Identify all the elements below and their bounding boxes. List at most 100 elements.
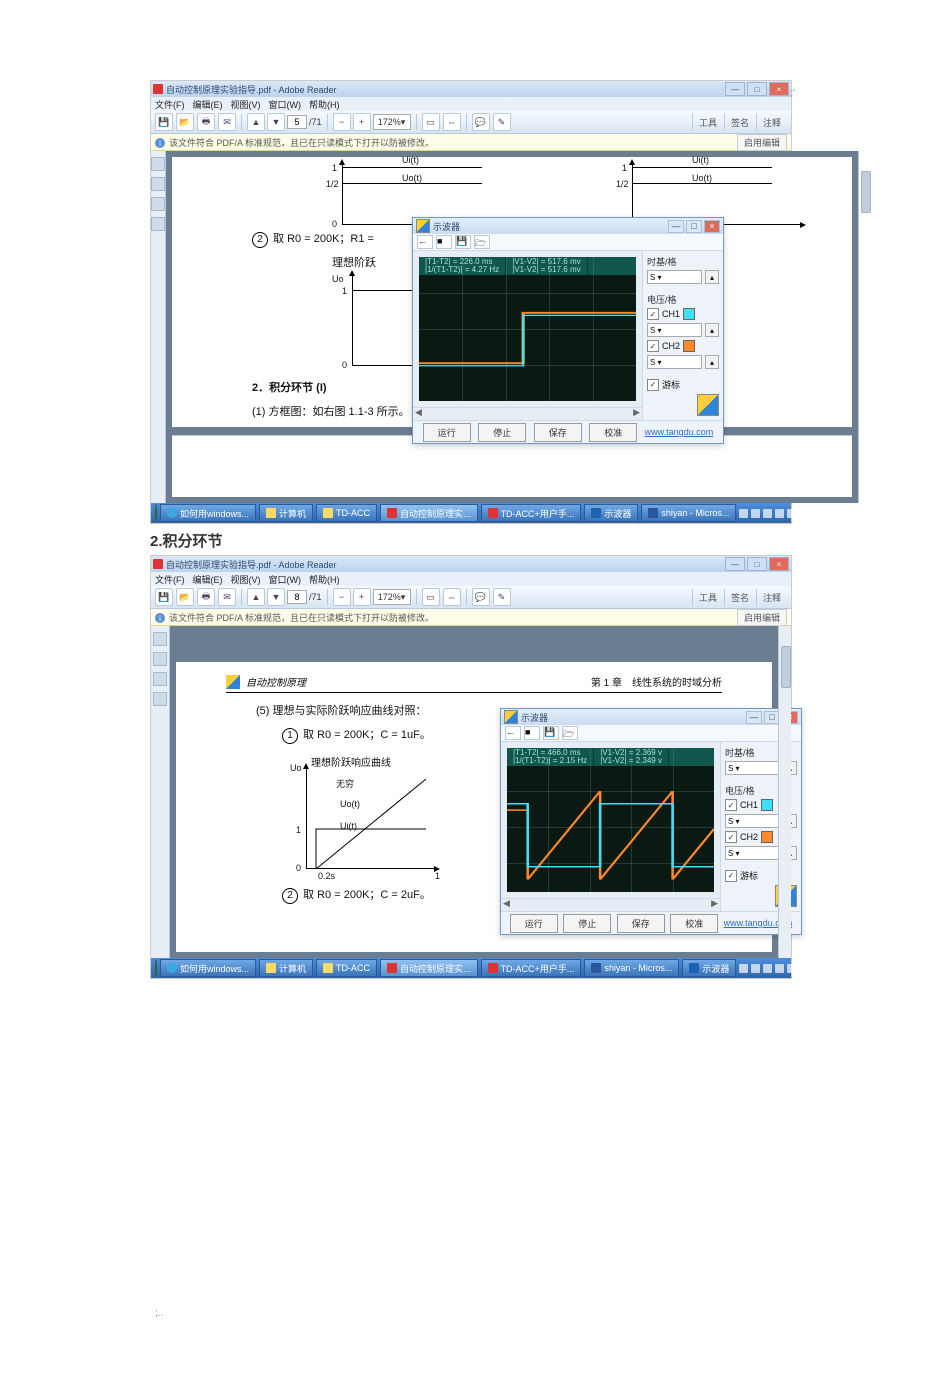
osc-tool-icon[interactable]: ■ (524, 726, 540, 740)
tray-icon[interactable] (775, 964, 784, 973)
task-computer[interactable]: 计算机 (259, 959, 313, 977)
task-word[interactable]: shiyan - Micros... (584, 959, 679, 977)
start-button[interactable] (155, 959, 157, 977)
run-button[interactable]: 运行 (423, 423, 471, 442)
task-pdf1[interactable]: 自动控制原理实... (380, 959, 478, 977)
task-scope[interactable]: 示波器 (584, 504, 638, 522)
page-down-icon[interactable]: ▼ (267, 113, 285, 131)
close-button[interactable]: × (769, 557, 789, 571)
tray-icon[interactable] (763, 509, 772, 518)
osc-tool-icon[interactable]: 💾 (455, 235, 471, 249)
task-pdf2[interactable]: TD-ACC+用户手... (481, 959, 582, 977)
osc-tool-icon[interactable]: ■ (436, 235, 452, 249)
osc-max-button[interactable]: □ (686, 220, 702, 233)
cursor-checkbox[interactable]: ✓ (725, 870, 737, 882)
minimize-button[interactable]: — (725, 557, 745, 571)
menu-edit[interactable]: 编辑(E) (193, 573, 223, 586)
spin-up[interactable]: ▴ (705, 355, 719, 369)
osc-tool-icon[interactable]: ← (417, 235, 433, 249)
save-button[interactable]: 保存 (534, 423, 582, 442)
attachments-icon[interactable] (153, 672, 167, 686)
menu-file[interactable]: 文件(F) (155, 98, 185, 111)
zoom-in-icon[interactable]: + (353, 588, 371, 606)
stamp-icon[interactable]: ✎ (493, 113, 511, 131)
clock[interactable]: 17:472018/4/8 (799, 960, 830, 976)
page-up-icon[interactable]: ▲ (247, 588, 265, 606)
tray-icon[interactable] (739, 964, 748, 973)
print-icon[interactable]: 🖶 (197, 113, 215, 131)
open-icon[interactable]: 📂 (176, 588, 194, 606)
zoom-level[interactable]: 172% ▾ (373, 114, 411, 130)
layers-icon[interactable] (153, 692, 167, 706)
osc-min-button[interactable]: — (746, 711, 762, 724)
zoom-out-icon[interactable]: − (333, 113, 351, 131)
osc-tool-icon[interactable]: 💾 (543, 726, 559, 740)
sign-tab[interactable]: 签名 (724, 114, 755, 131)
tray-icon[interactable] (787, 964, 796, 973)
task-scope[interactable]: 示波器 (682, 959, 736, 977)
bookmarks-icon[interactable] (153, 652, 167, 666)
menu-file[interactable]: 文件(F) (155, 573, 185, 586)
calibrate-button[interactable]: 校准 (589, 423, 637, 442)
osc-hscroll[interactable] (413, 407, 642, 420)
zoom-level[interactable]: 172% ▾ (373, 589, 411, 605)
comment-icon[interactable]: 💬 (472, 588, 490, 606)
tools-tab[interactable]: 工具 (692, 589, 723, 606)
open-icon[interactable]: 📂 (176, 113, 194, 131)
spin-up[interactable]: ▴ (705, 270, 719, 284)
minimize-button[interactable]: — (725, 82, 745, 96)
osc-tool-icon[interactable]: 🗁 (562, 726, 578, 740)
ch1-color[interactable] (683, 308, 695, 320)
start-button[interactable] (155, 504, 157, 522)
calibrate-button[interactable]: 校准 (670, 914, 718, 933)
vendor-link[interactable]: www.tangdu.com (645, 427, 714, 437)
zoom-out-icon[interactable]: − (333, 588, 351, 606)
task-pdf2[interactable]: TD-ACC+用户手... (481, 504, 582, 522)
tray-icon[interactable] (787, 509, 796, 518)
comment-tab[interactable]: 注释 (756, 114, 787, 131)
ch2-volt-select[interactable]: S ▾ (725, 846, 780, 860)
oscilloscope-dialog[interactable]: 示波器 — □ × ← ■ 💾 🗁 (500, 708, 802, 935)
tray-icon[interactable] (739, 509, 748, 518)
menu-help[interactable]: 帮助(H) (309, 98, 340, 111)
spin-up[interactable]: ▴ (705, 323, 719, 337)
maximize-button[interactable]: □ (747, 557, 767, 571)
tools-tab[interactable]: 工具 (692, 114, 723, 131)
thumbnails-icon[interactable] (153, 632, 167, 646)
sign-tab[interactable]: 签名 (724, 589, 755, 606)
ch1-checkbox[interactable]: ✓ (647, 308, 659, 320)
menu-window[interactable]: 窗口(W) (269, 573, 302, 586)
ch2-color[interactable] (761, 831, 773, 843)
menu-edit[interactable]: 编辑(E) (193, 98, 223, 111)
page-input[interactable] (287, 590, 307, 604)
zoom-in-icon[interactable]: + (353, 113, 371, 131)
mail-icon[interactable]: ✉ (218, 588, 236, 606)
bookmarks-icon[interactable] (151, 177, 165, 191)
layers-icon[interactable] (151, 217, 165, 231)
ch1-volt-select[interactable]: S ▾ (647, 323, 702, 337)
comment-icon[interactable]: 💬 (472, 113, 490, 131)
tray-icon[interactable] (751, 964, 760, 973)
task-ie[interactable]: 如何用windows... (160, 959, 256, 977)
task-pdf1[interactable]: 自动控制原理实... (380, 504, 478, 522)
stop-button[interactable]: 停止 (563, 914, 611, 933)
save-icon[interactable]: 💾 (155, 113, 173, 131)
timebase-select[interactable]: S ▾ (647, 270, 702, 284)
thumbnails-icon[interactable] (151, 157, 165, 171)
run-button[interactable]: 运行 (510, 914, 558, 933)
vertical-scrollbar[interactable] (858, 151, 859, 503)
maximize-button[interactable]: □ (747, 82, 767, 96)
ch2-volt-select[interactable]: S ▾ (647, 355, 702, 369)
print-icon[interactable]: 🖶 (197, 588, 215, 606)
task-ie[interactable]: 如何用windows... (160, 504, 256, 522)
task-tdacc[interactable]: TD-ACC (316, 959, 377, 977)
vertical-scrollbar[interactable] (778, 626, 791, 958)
close-button[interactable]: × (769, 82, 789, 96)
clock[interactable]: 17:272018/4/8 (799, 505, 830, 521)
ch2-checkbox[interactable]: ✓ (725, 831, 737, 843)
task-computer[interactable]: 计算机 (259, 504, 313, 522)
osc-min-button[interactable]: — (668, 220, 684, 233)
ch2-checkbox[interactable]: ✓ (647, 340, 659, 352)
fit-page-icon[interactable]: ▭ (422, 588, 440, 606)
timebase-select[interactable]: S ▾ (725, 761, 780, 775)
